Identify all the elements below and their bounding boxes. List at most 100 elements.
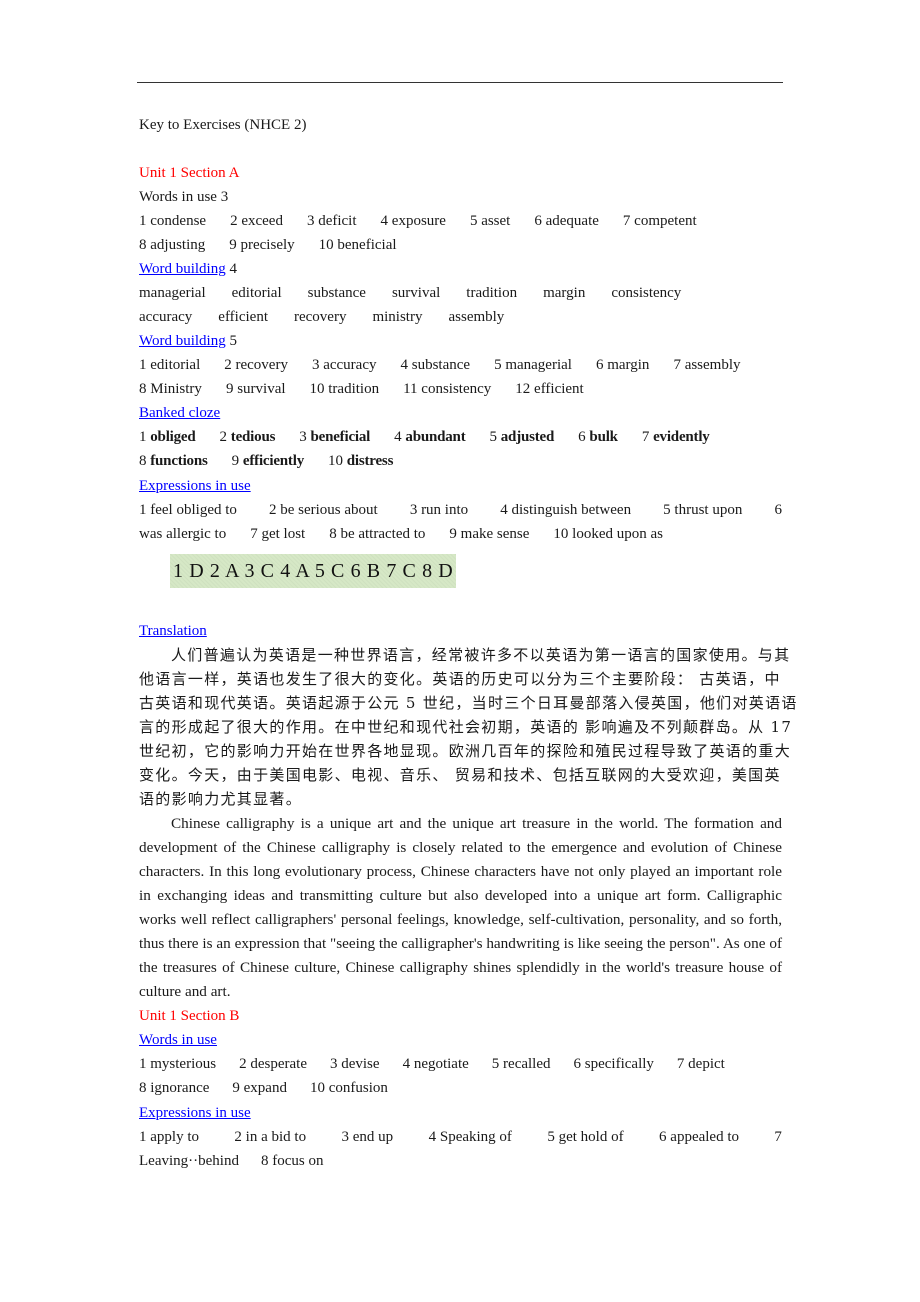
chinese-line: 言的形成起了很大的作用。在中世纪和现代社会初期，英语的 影响遍及不列颠群岛。从 …	[139, 718, 793, 736]
answer-item: 7 assembly	[673, 357, 741, 373]
section-a-heading: Unit 1 Section A	[139, 165, 240, 181]
answer-word: tedious	[230, 429, 276, 445]
answer-item: 8 be attracted to	[329, 526, 426, 542]
banked-cloze-row-2: 8 functions 9 efficiently 10 distress	[139, 449, 782, 473]
answer-item: 1 feel obliged to	[139, 502, 237, 518]
chinese-paragraph: 人们普遍认为英语是一种世界语言，经常被许多不以英语为第一语言的国家使用。与其 他…	[139, 643, 798, 811]
answer-word: efficiently	[242, 453, 304, 469]
expressions-in-use-row-1: 1 feel obliged to 2 be serious about 3 r…	[139, 498, 782, 522]
answer-item: 8 functions	[139, 449, 208, 473]
word-building-4-row-1: managerial editorial substance survival …	[139, 281, 782, 305]
answer-item: 2 desperate	[239, 1056, 307, 1072]
word-building-4-row-2: accuracy efficient recovery ministry ass…	[139, 305, 782, 329]
answer-item: ministry	[372, 309, 423, 325]
answer-key-highlight: 1 D 2 A 3 C 4 A 5 C 6 B 7 C 8 D	[170, 554, 457, 588]
answer-item: 12 efficient	[515, 381, 584, 397]
answer-item: 3 end up	[341, 1129, 394, 1145]
answer-word: evidently	[653, 429, 710, 445]
answer-number: 8	[139, 453, 147, 469]
word-building-5-row-1: 1 editorial 2 recovery 3 accuracy 4 subs…	[139, 353, 782, 377]
answer-number: 10	[328, 453, 343, 469]
answer-item: 10 distress	[328, 449, 393, 473]
section-b-words-in-use-heading: Words in use	[139, 1028, 217, 1052]
expressions-in-use-link[interactable]: Expressions in use	[139, 478, 251, 494]
section-b-words-row-1: 1 mysterious 2 desperate 3 devise 4 nego…	[139, 1052, 782, 1076]
section-b-heading: Unit 1 Section B	[139, 1008, 240, 1024]
answer-number: 2	[219, 429, 228, 445]
answer-item: 9 survival	[225, 381, 286, 397]
answer-item: 4 distinguish between	[500, 502, 632, 518]
answer-item: 4 exposure	[380, 213, 446, 229]
answer-item: 2 exceed	[230, 213, 283, 229]
word-building-4-link[interactable]: Word building	[139, 261, 226, 277]
chinese-line: 语的影响力尤其显著。	[139, 790, 303, 808]
answer-word: beneficial	[310, 429, 371, 445]
word-building-5-link[interactable]: Word building	[139, 333, 226, 349]
answer-item: 9 expand	[232, 1080, 287, 1096]
answer-item: margin	[543, 285, 586, 301]
answer-item: assembly	[448, 309, 505, 325]
answer-item: 7 depict	[676, 1056, 725, 1072]
answer-number: 4	[394, 429, 402, 445]
answer-item: 2 in a bid to	[234, 1129, 307, 1145]
header-rule	[137, 82, 783, 83]
answer-item: 6 specifically	[573, 1056, 654, 1072]
chinese-line: 变化。今天，由于美国电影、电视、音乐、 贸易和技术、包括互联网的大受欢迎，美国英	[139, 766, 781, 784]
answer-item: 5 adjusted	[490, 425, 555, 449]
answer-item: survival	[391, 285, 441, 301]
answer-item: 1 editorial	[139, 357, 201, 373]
answer-item: 4 Speaking of	[428, 1129, 512, 1145]
answer-item: 2 tedious	[220, 425, 276, 449]
word-building-5-heading: Word building 5	[139, 329, 237, 353]
expressions-in-use-heading: Expressions in use	[139, 474, 251, 498]
banked-cloze-link[interactable]: Banked cloze	[139, 405, 220, 421]
words-in-use-label: Words in use 3	[139, 189, 229, 205]
answer-item: 1 mysterious	[139, 1056, 217, 1072]
expressions-in-use-row-2: was allergic to 7 get lost 8 be attracte…	[139, 522, 782, 546]
answer-item: 6 appealed to	[659, 1129, 739, 1145]
chinese-line: 古英语和现代英语。英语起源于公元 5 世纪，当时三个日耳曼部落入侵英国，他们对英…	[139, 694, 798, 712]
banked-cloze-heading: Banked cloze	[139, 401, 220, 425]
answer-word: bulk	[589, 429, 618, 445]
word-building-4-heading: Word building 4	[139, 257, 237, 281]
answer-item: substance	[307, 285, 366, 301]
answer-item: 6 bulk	[578, 425, 618, 449]
answer-item: 8 Ministry	[139, 381, 202, 397]
answer-item: 5 get hold of	[547, 1129, 624, 1145]
word-building-5-number: 5	[225, 333, 237, 349]
answer-item: 5 managerial	[494, 357, 572, 373]
word-building-5-row-2: 8 Ministry 9 survival 10 tradition 11 co…	[139, 377, 782, 401]
answer-item: 8 ignorance	[139, 1080, 210, 1096]
banked-cloze-row-1: 1 obliged 2 tedious 3 beneficial 4 abund…	[139, 425, 782, 449]
answer-item: accuracy	[139, 309, 193, 325]
answer-item: 3 beneficial	[299, 425, 370, 449]
answer-item: 7 evidently	[642, 425, 710, 449]
answer-item: 3 accuracy	[311, 357, 377, 373]
answer-item: 3 run into	[409, 502, 469, 518]
answer-item: 5 asset	[469, 213, 511, 229]
answer-item: consistency	[611, 285, 682, 301]
translation-link[interactable]: Translation	[139, 623, 207, 639]
word-building-4-number: 4	[225, 261, 237, 277]
answer-item: 4 negotiate	[402, 1056, 469, 1072]
answer-item: 1 condense	[139, 213, 207, 229]
answer-item: 10 tradition	[309, 381, 380, 397]
answer-word: abundant	[405, 429, 466, 445]
answer-item: 10 looked upon as	[553, 526, 663, 542]
english-paragraph: Chinese calligraphy is a unique art and …	[139, 815, 782, 1000]
section-b-expressions-row-1: 1 apply to 2 in a bid to 3 end up 4 Spea…	[139, 1125, 782, 1149]
answer-word: adjusted	[500, 429, 555, 445]
answer-item: 10 confusion	[309, 1080, 388, 1096]
answer-number: 1	[139, 429, 147, 445]
answer-item: 6	[774, 502, 782, 518]
answer-item: managerial	[139, 285, 206, 301]
answer-item: Leaving··behind	[139, 1153, 239, 1169]
section-b-words-in-use-link[interactable]: Words in use	[139, 1032, 217, 1048]
answer-item: 4 abundant	[394, 425, 466, 449]
answer-item: 6 adequate	[534, 213, 599, 229]
document-title: Key to Exercises (NHCE 2)	[139, 117, 307, 133]
section-b-expressions-link[interactable]: Expressions in use	[139, 1105, 251, 1121]
answer-item: 3 deficit	[306, 213, 357, 229]
answer-item: 10 beneficial	[318, 237, 397, 253]
answer-item: tradition	[466, 285, 518, 301]
